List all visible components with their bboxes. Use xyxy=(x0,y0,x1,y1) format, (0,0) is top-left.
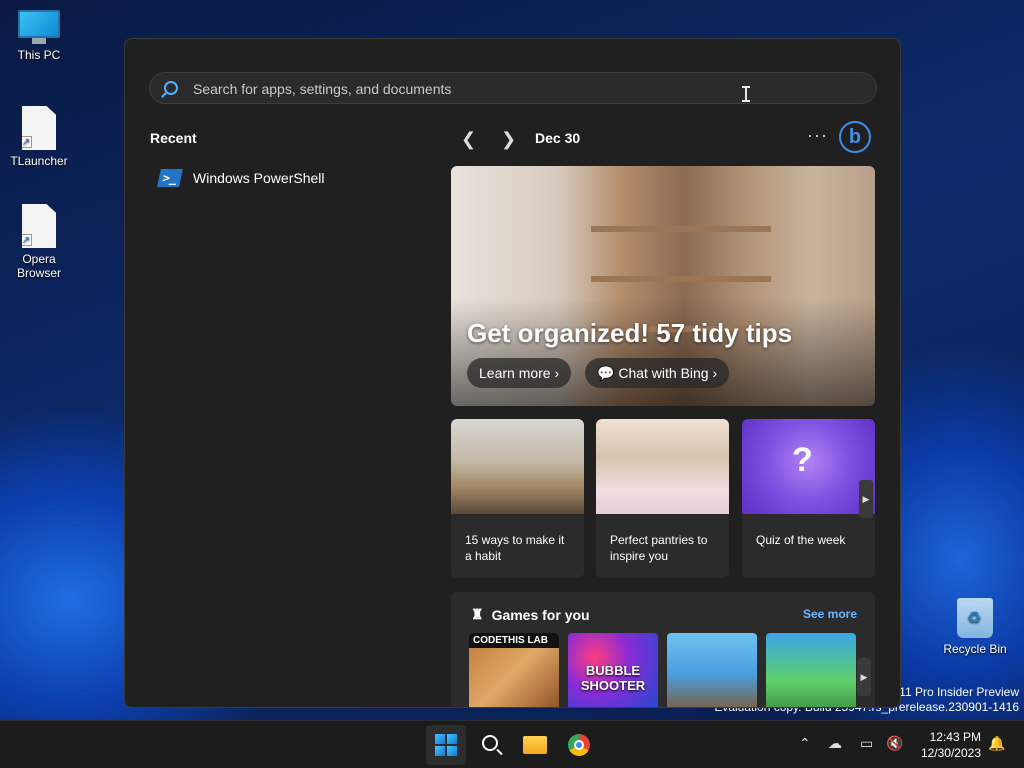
recent-item-powershell[interactable]: >_ Windows PowerShell xyxy=(157,169,325,187)
shortcut-file-icon: ↗ xyxy=(22,204,56,248)
news-card-quiz[interactable]: ? Quiz of the week xyxy=(742,419,875,578)
card-image: ? xyxy=(742,419,875,514)
desktop-icon-recycle-bin[interactable]: ♻ Recycle Bin xyxy=(940,598,1010,656)
card-image xyxy=(451,419,584,514)
watermark-line-1: s 11 Pro Insider Preview xyxy=(889,685,1019,699)
game-tile-label: CODETHIS LAB xyxy=(469,633,559,648)
taskbar: ⌃ ☁ ▭ 🔇 12:43 PM 12/30/2023 🔔 xyxy=(0,720,1024,768)
card-caption: 15 ways to make it a habit xyxy=(465,533,565,563)
card-image xyxy=(596,419,729,514)
show-hidden-icons-button[interactable]: ⌃ xyxy=(799,735,811,768)
search-icon xyxy=(482,735,498,751)
clock-time: 12:43 PM xyxy=(929,730,981,744)
desktop-icon-opera[interactable]: ↗ Opera Browser xyxy=(4,204,74,280)
shelf-decoration xyxy=(591,276,771,282)
card-caption: Perfect pantries to inspire you xyxy=(610,533,708,563)
recycle-bin-icon: ♻ xyxy=(957,598,993,638)
windows-logo-icon xyxy=(435,734,457,756)
chevron-right-icon[interactable]: ❯ xyxy=(501,129,516,150)
see-more-link[interactable]: See more xyxy=(803,607,857,621)
powershell-icon: >_ xyxy=(157,169,183,187)
desktop-icon-this-pc[interactable]: This PC xyxy=(4,10,74,62)
game-tile-bubble-shooter[interactable]: BUBBLE SHOOTER xyxy=(568,633,658,707)
game-tile-label: BUBBLE SHOOTER xyxy=(580,663,646,693)
volume-muted-icon[interactable]: 🔇 xyxy=(886,735,903,768)
computer-icon xyxy=(18,10,60,44)
bing-icon[interactable]: b xyxy=(839,121,871,153)
search-input[interactable]: Search for apps, settings, and documents xyxy=(193,81,451,97)
search-icon xyxy=(164,81,178,95)
question-mark-icon: ? xyxy=(792,441,813,479)
widgets-navbar: ❮ ❯ Dec 30 ··· b xyxy=(451,121,879,153)
widgets-date: Dec 30 xyxy=(535,130,581,146)
cloud-offline-icon[interactable]: ☁ xyxy=(828,735,842,768)
clock[interactable]: 12:43 PM 12/30/2023 xyxy=(915,729,981,761)
search-button[interactable] xyxy=(471,725,511,765)
recent-item-label: Windows PowerShell xyxy=(193,170,325,186)
shortcut-file-icon: ↗ xyxy=(22,106,56,150)
game-tile-farm[interactable] xyxy=(667,633,757,707)
desktop-icon-label: This PC xyxy=(17,48,61,62)
start-button[interactable] xyxy=(426,725,466,765)
games-next-button[interactable]: ▶ xyxy=(857,658,871,696)
hero-card[interactable]: Get organized! 57 tidy tips Learn more ›… xyxy=(451,166,875,406)
notification-bell-icon[interactable]: 🔔 xyxy=(988,735,1005,768)
chevron-left-icon[interactable]: ❮ xyxy=(461,129,476,150)
start-panel: Search for apps, settings, and documents… xyxy=(124,38,901,708)
hero-title: Get organized! 57 tidy tips xyxy=(467,318,793,348)
news-card-habit[interactable]: 15 ways to make it a habit xyxy=(451,419,584,578)
folder-icon xyxy=(523,736,547,754)
learn-more-button[interactable]: Learn more › xyxy=(467,358,572,388)
more-options-icon[interactable]: ··· xyxy=(807,125,828,146)
desktop-icon-label: Opera Browser xyxy=(16,252,61,280)
game-tile-chess[interactable]: CODETHIS LAB xyxy=(469,633,559,707)
shelf-decoration xyxy=(591,226,771,232)
network-icon[interactable]: ▭ xyxy=(860,735,873,768)
desktop-icon-label: Recycle Bin xyxy=(943,642,1007,656)
news-card-pantries[interactable]: Perfect pantries to inspire you xyxy=(596,419,729,578)
game-tile-village[interactable] xyxy=(766,633,856,707)
chrome-button[interactable] xyxy=(559,725,599,765)
chess-icon: ♜ xyxy=(471,606,484,622)
search-box[interactable]: Search for apps, settings, and documents xyxy=(149,72,877,104)
games-heading: Games for you xyxy=(491,606,590,623)
text-cursor-icon xyxy=(742,86,750,102)
file-explorer-button[interactable] xyxy=(515,725,555,765)
recent-heading: Recent xyxy=(150,130,197,146)
desktop-icon-tlauncher[interactable]: ↗ TLauncher xyxy=(4,106,74,168)
clock-date: 12/30/2023 xyxy=(920,746,981,760)
chat-icon: 💬 xyxy=(597,365,615,381)
card-caption: Quiz of the week xyxy=(756,533,846,547)
chat-with-bing-button[interactable]: 💬 Chat with Bing › xyxy=(585,358,730,388)
games-section: ♜ Games for you See more CODETHIS LAB BUB… xyxy=(451,592,875,707)
desktop-icon-label: TLauncher xyxy=(10,154,68,168)
carousel-next-button[interactable]: ▶ xyxy=(859,480,873,518)
